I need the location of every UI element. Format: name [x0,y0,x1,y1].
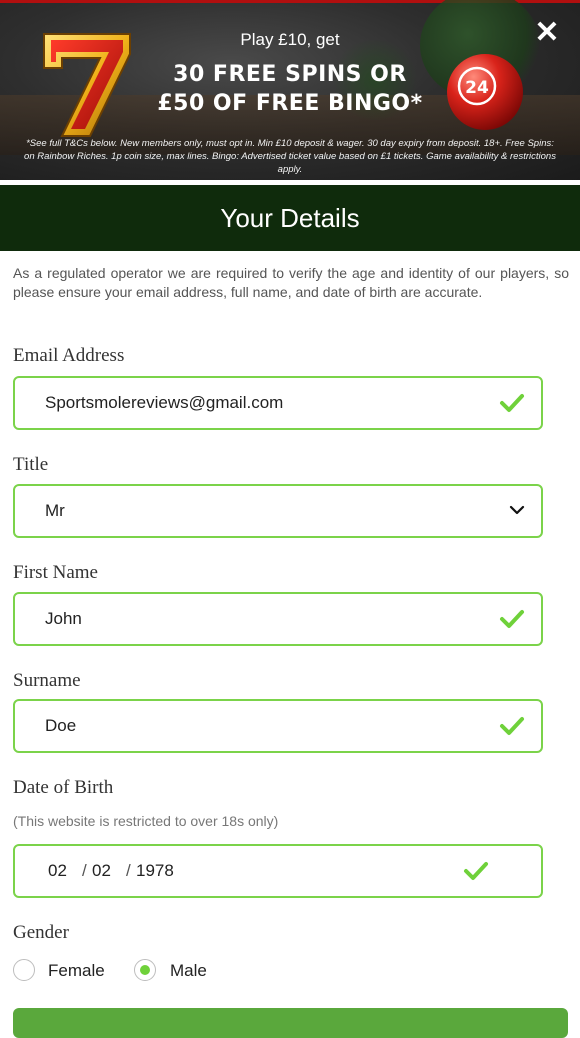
dob-separator: / [82,861,87,880]
first-name-field[interactable]: John [13,592,543,646]
verification-notice: As a regulated operator we are required … [13,265,569,300]
gender-radio-group: Female Male [13,959,313,985]
promo-banner: Play £10, get 30 FREE SPINS OR £50 OF FR… [0,0,580,180]
gender-female-radio[interactable] [13,959,35,981]
gender-label: Gender [13,922,69,943]
email-field[interactable]: Sportsmolereviews@gmail.com [13,376,543,430]
email-value: Sportsmolereviews@gmail.com [45,393,284,412]
dob-age-restriction-hint: (This website is restricted to over 18s … [13,813,279,829]
radio-selected-dot [140,965,150,975]
first-name-value: John [45,609,82,628]
bingo-ball-number: 24 [465,78,489,98]
gender-male-label[interactable]: Male [170,959,207,983]
dob-field[interactable]: 02 / 02 / 1978 [13,844,543,898]
chevron-down-icon [509,505,525,515]
title-selected-value: Mr [45,501,65,520]
title-select[interactable]: Mr [13,484,543,538]
surname-label: Surname [13,670,81,691]
gender-male-radio[interactable] [134,959,156,981]
surname-field[interactable]: Doe [13,699,543,753]
dob-day-input[interactable]: 02 [48,846,67,896]
email-label: Email Address [13,345,125,366]
dob-year-input[interactable]: 1978 [136,846,174,896]
title-label: Title [13,454,49,475]
dob-label: Date of Birth [13,777,114,798]
checkmark-icon [500,610,524,628]
checkmark-icon [500,394,524,412]
promo-lead-text: Play £10, get [240,30,340,49]
dob-month-input[interactable]: 02 [92,846,111,896]
surname-value: Doe [45,716,77,735]
continue-button[interactable] [13,1008,568,1038]
gender-female-label[interactable]: Female [48,959,105,983]
first-name-label: First Name [13,562,98,583]
checkmark-icon [500,717,524,735]
close-icon[interactable]: ✕ [533,18,561,48]
bingo-ball-icon: 24 [447,54,523,130]
promo-terms-text: *See full T&Cs below. New members only, … [24,138,556,175]
checkmark-icon [464,862,488,880]
dob-separator: / [126,861,131,880]
page-title: Your Details [0,185,580,251]
